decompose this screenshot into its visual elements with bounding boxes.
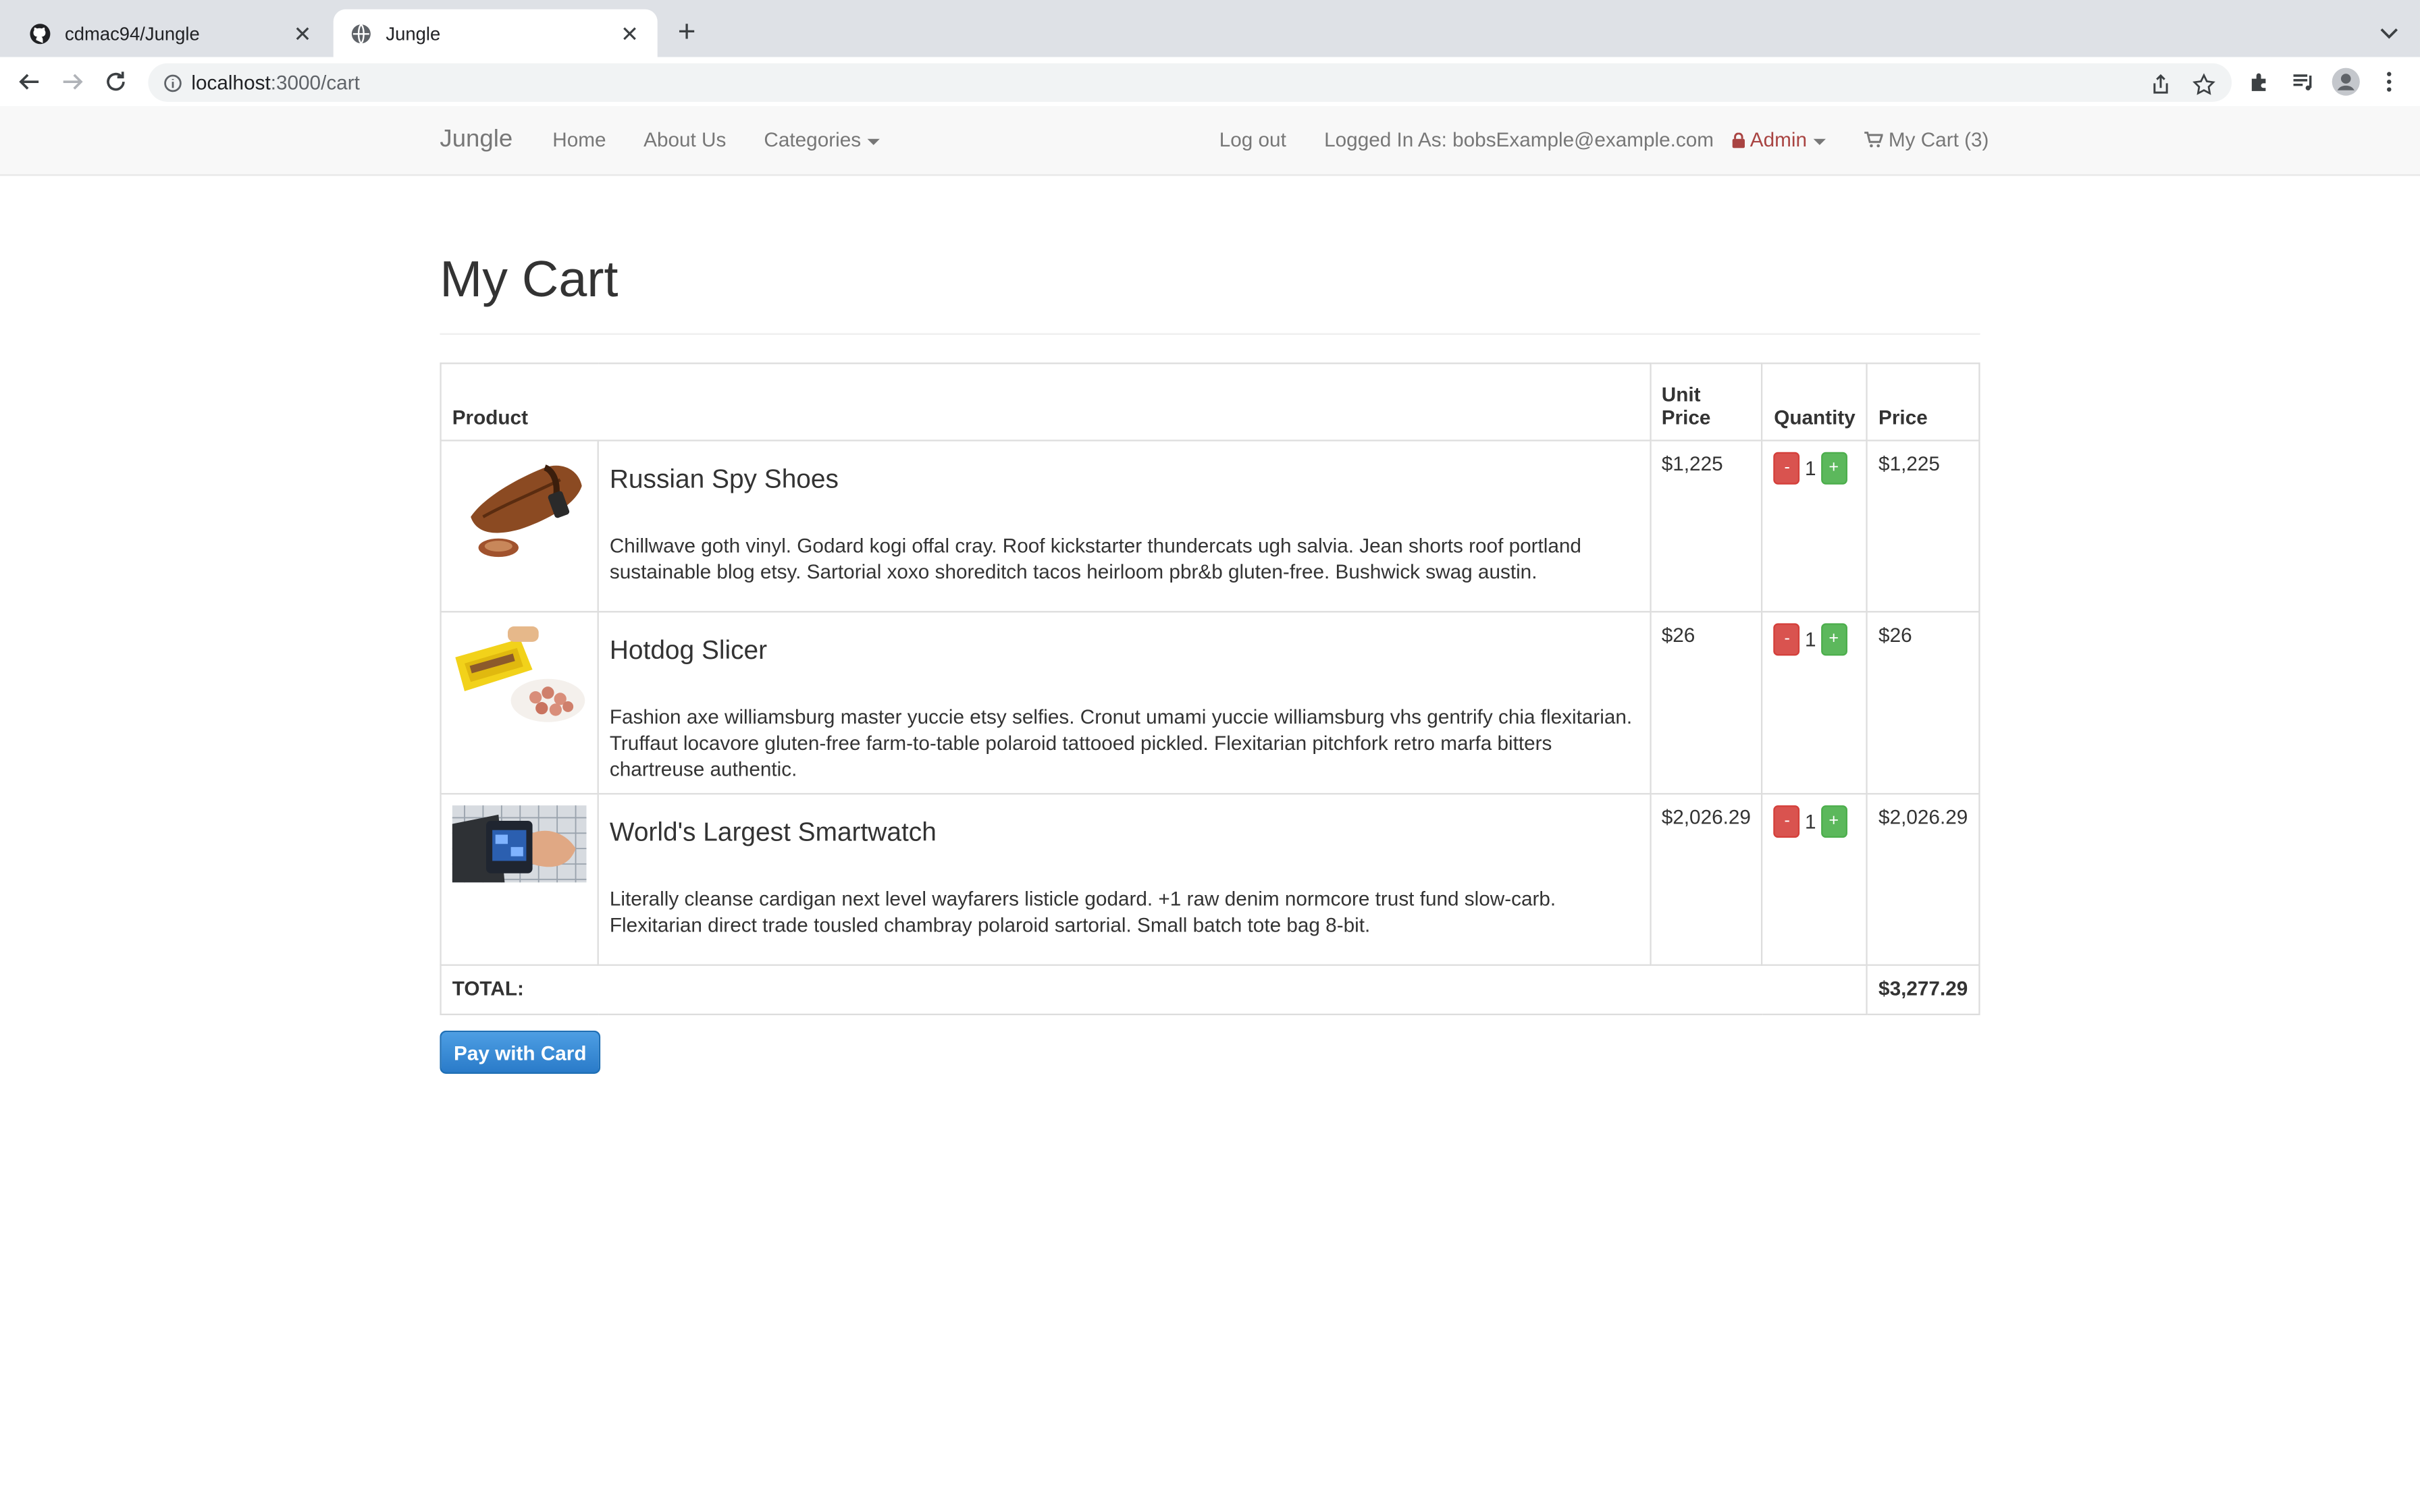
browser-toolbar: localhost:3000/cart: [0, 57, 2420, 108]
increase-quantity-button[interactable]: +: [1820, 805, 1847, 838]
info-icon[interactable]: [163, 72, 182, 92]
product-description: Literally cleanse cardigan next level wa…: [609, 887, 1556, 937]
total-row: TOTAL: $3,277.29: [440, 964, 1980, 1015]
increase-quantity-button[interactable]: +: [1820, 623, 1847, 656]
quantity-cell: - 1 +: [1761, 792, 1868, 966]
reading-list-icon[interactable]: [2287, 66, 2318, 97]
unit-price: $1,225: [1649, 439, 1764, 613]
chevron-down-icon[interactable]: [2377, 20, 2402, 45]
quantity-stepper: - 1 +: [1774, 623, 1856, 656]
product-image-cell: [440, 792, 599, 966]
product-info-cell: World's Largest Smartwatch Literally cle…: [597, 792, 1651, 966]
header-quantity: Quantity: [1761, 362, 1868, 441]
table-row: Russian Spy Shoes Chillwave goth vinyl. …: [440, 439, 1980, 613]
close-icon[interactable]: ✕: [290, 21, 315, 46]
product-description: Chillwave goth vinyl. Godard kogi offal …: [609, 533, 1581, 583]
quantity-stepper: - 1 +: [1774, 805, 1856, 838]
product-name[interactable]: World's Largest Smartwatch: [610, 817, 1639, 848]
header-unit-price-line2: Price: [1661, 406, 1711, 429]
header-product: Product: [440, 362, 1651, 441]
nav-admin-dropdown[interactable]: Admin: [1732, 107, 1826, 175]
brand-link[interactable]: Jungle: [440, 107, 512, 175]
url-path: :3000/cart: [270, 71, 360, 94]
header-price: Price: [1866, 362, 1980, 441]
new-tab-icon[interactable]: +: [673, 17, 701, 48]
header-unit-price: Unit Price: [1649, 362, 1764, 441]
extensions-icon[interactable]: [2244, 66, 2275, 97]
total-label: TOTAL:: [440, 964, 1868, 1015]
line-price: $2,026.29: [1866, 792, 1980, 966]
product-description: Fashion axe williamsburg master yuccie e…: [609, 705, 1633, 781]
page-title: My Cart: [440, 250, 619, 307]
product-image-hotdog-slicer[interactable]: [452, 623, 587, 732]
caret-down-icon: [1813, 138, 1826, 144]
profile-avatar-icon[interactable]: [2330, 66, 2361, 97]
quantity-value: 1: [1804, 628, 1816, 651]
browser-tab-github[interactable]: cdmac94/Jungle ✕: [12, 9, 330, 57]
globe-icon: [349, 21, 374, 46]
table-row: World's Largest Smartwatch Literally cle…: [440, 792, 1980, 966]
product-name[interactable]: Hotdog Slicer: [610, 636, 1639, 667]
unit-price: $2,026.29: [1649, 792, 1764, 966]
nav-about-us[interactable]: About Us: [643, 107, 726, 175]
product-info-cell: Russian Spy Shoes Chillwave goth vinyl. …: [597, 439, 1651, 613]
shopping-cart-icon: [1864, 132, 1884, 148]
table-row: Hotdog Slicer Fashion axe williamsburg m…: [440, 611, 1980, 795]
browser-tabstrip: cdmac94/Jungle ✕ Jungle ✕ +: [0, 0, 2420, 57]
caret-down-icon: [867, 138, 880, 144]
divider: [440, 333, 1980, 335]
url-text: localhost:3000/cart: [191, 71, 359, 94]
decrease-quantity-button[interactable]: -: [1774, 805, 1801, 838]
browser-tab-jungle[interactable]: Jungle ✕: [333, 9, 658, 57]
cart-table: Product Unit Price Quantity Price Russia…: [440, 362, 1980, 1015]
forward-icon[interactable]: [57, 66, 88, 97]
quantity-stepper: - 1 +: [1774, 452, 1856, 485]
nav-categories-dropdown[interactable]: Categories: [764, 107, 880, 175]
pay-with-card-button[interactable]: Pay with Card: [440, 1030, 601, 1074]
nav-my-cart[interactable]: My Cart (3): [1864, 107, 1989, 175]
product-image-russian-spy-shoes[interactable]: [452, 452, 587, 560]
line-price: $26: [1866, 611, 1980, 795]
quantity-cell: - 1 +: [1761, 611, 1868, 795]
admin-label: Admin: [1750, 128, 1808, 151]
close-icon[interactable]: ✕: [617, 21, 642, 46]
nav-log-out[interactable]: Log out: [1219, 107, 1286, 175]
categories-label: Categories: [764, 128, 862, 151]
tab-title: Jungle: [386, 22, 441, 45]
increase-quantity-button[interactable]: +: [1820, 452, 1847, 485]
logged-in-as-text: Logged In As: bobsExample@example.com: [1324, 128, 1714, 151]
tab-title: cdmac94/Jungle: [64, 22, 200, 45]
bookmark-star-icon[interactable]: [2192, 72, 2217, 97]
product-image-cell: [440, 439, 599, 613]
line-price: $1,225: [1866, 439, 1980, 613]
product-image-worlds-largest-smartwatch[interactable]: [452, 805, 587, 883]
back-icon[interactable]: [14, 66, 45, 97]
nav-home[interactable]: Home: [552, 107, 606, 175]
site-navbar: Jungle Home About Us Categories Log out …: [0, 106, 2420, 176]
quantity-value: 1: [1804, 456, 1816, 480]
share-icon[interactable]: [2149, 72, 2174, 97]
my-cart-label: My Cart (3): [1888, 128, 1989, 151]
product-image-cell: [440, 611, 599, 795]
decrease-quantity-button[interactable]: -: [1774, 623, 1801, 656]
menu-kebab-icon[interactable]: [2373, 66, 2404, 97]
unit-price: $26: [1649, 611, 1764, 795]
address-bar[interactable]: localhost:3000/cart: [148, 63, 2232, 102]
table-header-row: Product Unit Price Quantity Price: [440, 362, 1980, 441]
reload-icon[interactable]: [101, 66, 132, 97]
header-unit-price-line1: Unit: [1661, 382, 1701, 406]
quantity-cell: - 1 +: [1761, 439, 1868, 613]
product-name[interactable]: Russian Spy Shoes: [610, 464, 1639, 495]
url-host: localhost: [191, 71, 271, 94]
decrease-quantity-button[interactable]: -: [1774, 452, 1801, 485]
lock-icon: [1732, 132, 1745, 148]
quantity-value: 1: [1804, 809, 1816, 834]
total-value: $3,277.29: [1866, 964, 1980, 1015]
product-info-cell: Hotdog Slicer Fashion axe williamsburg m…: [597, 611, 1651, 795]
github-icon: [28, 21, 53, 46]
